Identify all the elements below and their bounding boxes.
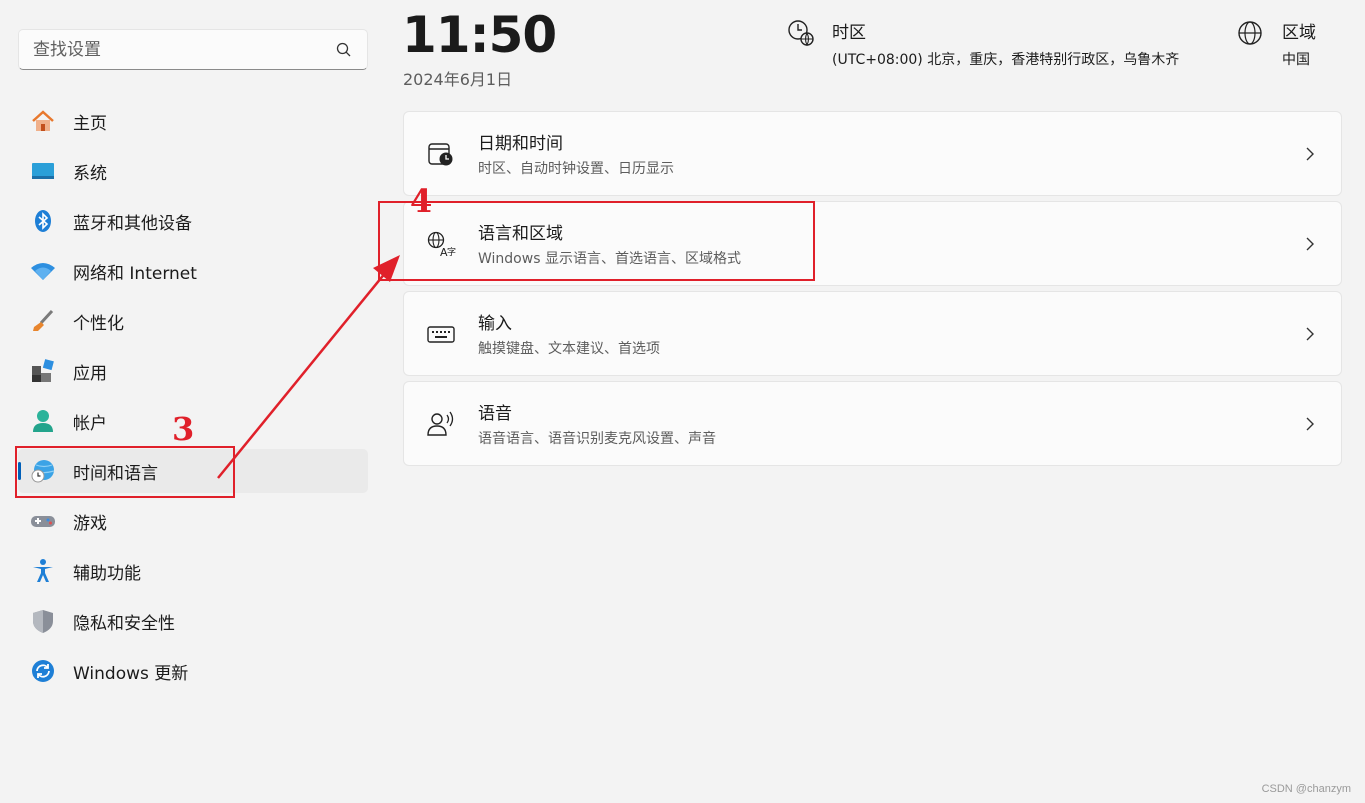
accessibility-icon [30, 558, 56, 584]
sidebar-item-system[interactable]: 系统 [18, 149, 368, 193]
card-date-time[interactable]: 日期和时间 时区、自动时钟设置、日历显示 [403, 111, 1342, 196]
watermark: CSDN @chanzym [1261, 783, 1351, 795]
timezone-title: 时区 [832, 23, 866, 43]
user-icon [30, 408, 56, 434]
sidebar-item-label: 蓝牙和其他设备 [73, 213, 192, 234]
wifi-icon [30, 258, 56, 284]
sidebar-item-label: 个性化 [73, 313, 124, 334]
keyboard-icon [426, 319, 456, 349]
sidebar-item-bluetooth[interactable]: 蓝牙和其他设备 [18, 199, 368, 243]
annotation-box-step3 [15, 446, 235, 498]
annotation-number-step4: 4 [410, 182, 433, 220]
chevron-right-icon [1306, 327, 1314, 341]
chevron-right-icon [1306, 237, 1314, 251]
timezone-info: 时区 (UTC+08:00) 北京，重庆，香港特别行政区，乌鲁木齐 [786, 18, 1179, 69]
card-speech[interactable]: 语音 语音语言、语音识别麦克风设置、声音 [403, 381, 1342, 466]
clock-date: 2024年6月1日 [403, 70, 513, 89]
card-subtitle: 时区、自动时钟设置、日历显示 [478, 161, 674, 177]
sidebar-item-windows-update[interactable]: Windows 更新 [18, 649, 368, 693]
home-icon [30, 108, 56, 134]
bluetooth-icon [30, 208, 56, 234]
sidebar-item-network[interactable]: 网络和 Internet [18, 249, 368, 293]
card-title: 日期和时间 [478, 134, 563, 154]
sidebar-item-label: 应用 [73, 363, 107, 384]
timezone-icon [788, 20, 814, 47]
monitor-icon [30, 158, 56, 184]
annotation-number-step3: 3 [172, 410, 195, 448]
region-info: 区域 中国 [1236, 18, 1316, 69]
timezone-value: (UTC+08:00) 北京，重庆，香港特别行政区，乌鲁木齐 [832, 52, 1180, 68]
clock-time: 11:50 [402, 6, 557, 64]
brush-icon [30, 308, 56, 334]
apps-icon [30, 358, 56, 384]
update-icon [30, 658, 56, 684]
annotation-box-step4 [378, 201, 815, 281]
calendar-clock-icon [426, 139, 456, 169]
search-input[interactable] [33, 39, 335, 60]
globe-icon [1238, 21, 1262, 45]
chevron-right-icon [1306, 147, 1314, 161]
sidebar-item-label: Windows 更新 [73, 663, 189, 684]
sidebar-item-label: 游戏 [73, 513, 107, 534]
card-subtitle: 语音语言、语音识别麦克风设置、声音 [478, 431, 716, 447]
sidebar-item-label: 辅助功能 [73, 563, 141, 584]
sidebar-item-accessibility[interactable]: 辅助功能 [18, 549, 368, 593]
sidebar-item-personalization[interactable]: 个性化 [18, 299, 368, 343]
card-subtitle: 触摸键盘、文本建议、首选项 [478, 341, 660, 357]
card-title: 语音 [478, 404, 512, 424]
search-icon[interactable] [335, 41, 353, 59]
chevron-right-icon [1306, 417, 1314, 431]
sidebar-item-label: 隐私和安全性 [73, 613, 175, 634]
sidebar-item-privacy[interactable]: 隐私和安全性 [18, 599, 368, 643]
sidebar-item-label: 网络和 Internet [73, 263, 197, 284]
region-title: 区域 [1282, 23, 1316, 43]
sidebar-item-label: 主页 [73, 113, 107, 134]
card-title: 输入 [478, 314, 512, 334]
sidebar-item-label: 帐户 [73, 413, 107, 434]
search-box[interactable] [18, 29, 368, 70]
region-value: 中国 [1282, 52, 1310, 68]
speech-icon [426, 409, 456, 439]
sidebar-item-gaming[interactable]: 游戏 [18, 499, 368, 543]
sidebar-item-label: 系统 [73, 163, 107, 184]
gamepad-icon [30, 508, 56, 534]
sidebar-item-home[interactable]: 主页 [18, 99, 368, 143]
card-typing[interactable]: 输入 触摸键盘、文本建议、首选项 [403, 291, 1342, 376]
sidebar-item-apps[interactable]: 应用 [18, 349, 368, 393]
shield-icon [30, 608, 56, 634]
